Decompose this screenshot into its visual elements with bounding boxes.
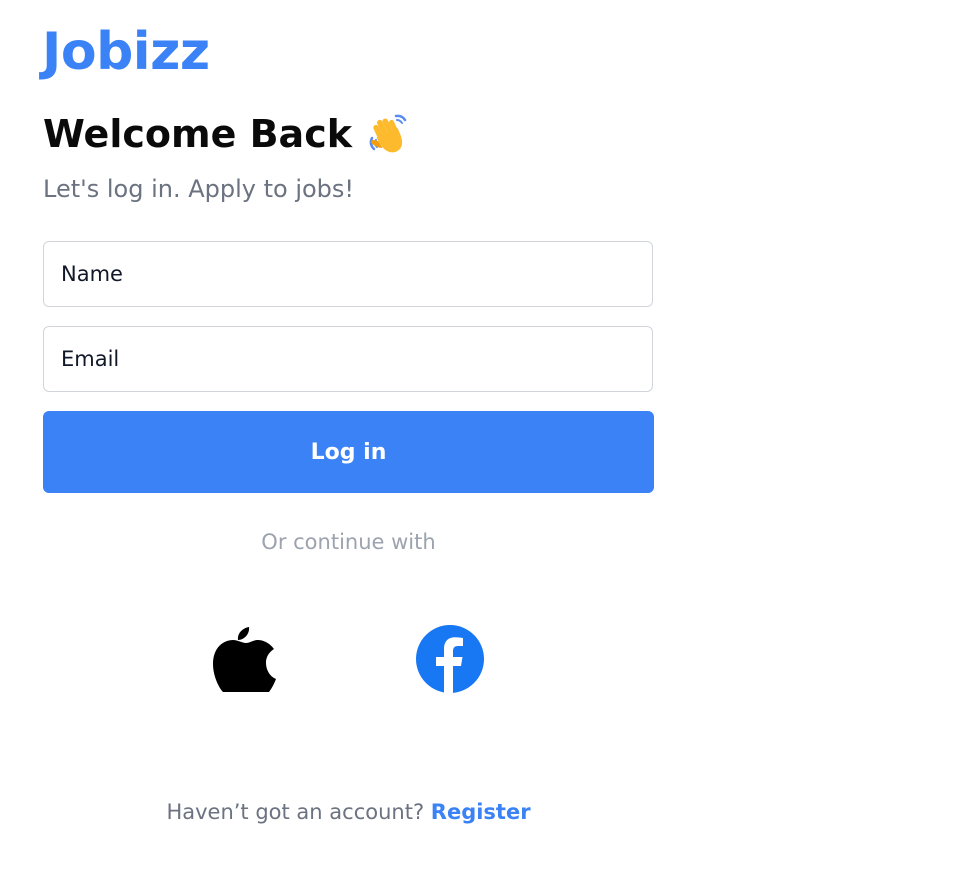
apple-login-button[interactable]: [211, 626, 281, 696]
login-button[interactable]: Log in: [43, 411, 654, 493]
register-prompt-text: Haven’t got an account?: [166, 800, 425, 824]
email-field-container: [43, 326, 653, 392]
page-title: Welcome Back: [43, 112, 352, 157]
register-prompt: Haven’t got an account? Register: [43, 800, 654, 824]
continue-with-label: Or continue with: [261, 530, 436, 554]
app-logo: Jobizz: [42, 22, 210, 82]
name-input[interactable]: [44, 242, 652, 306]
apple-icon: [211, 624, 281, 698]
page-subtitle: Let's log in. Apply to jobs!: [43, 175, 355, 203]
name-field-container: [43, 241, 653, 307]
facebook-login-button[interactable]: [415, 624, 485, 698]
login-page: Jobizz Welcome Back Let's log in. Apply …: [0, 0, 955, 876]
email-input[interactable]: [44, 327, 652, 391]
register-link[interactable]: Register: [431, 800, 531, 824]
waving-hand-icon: [366, 112, 412, 158]
page-title-row: Welcome Back: [43, 112, 412, 158]
facebook-icon: [415, 624, 485, 698]
